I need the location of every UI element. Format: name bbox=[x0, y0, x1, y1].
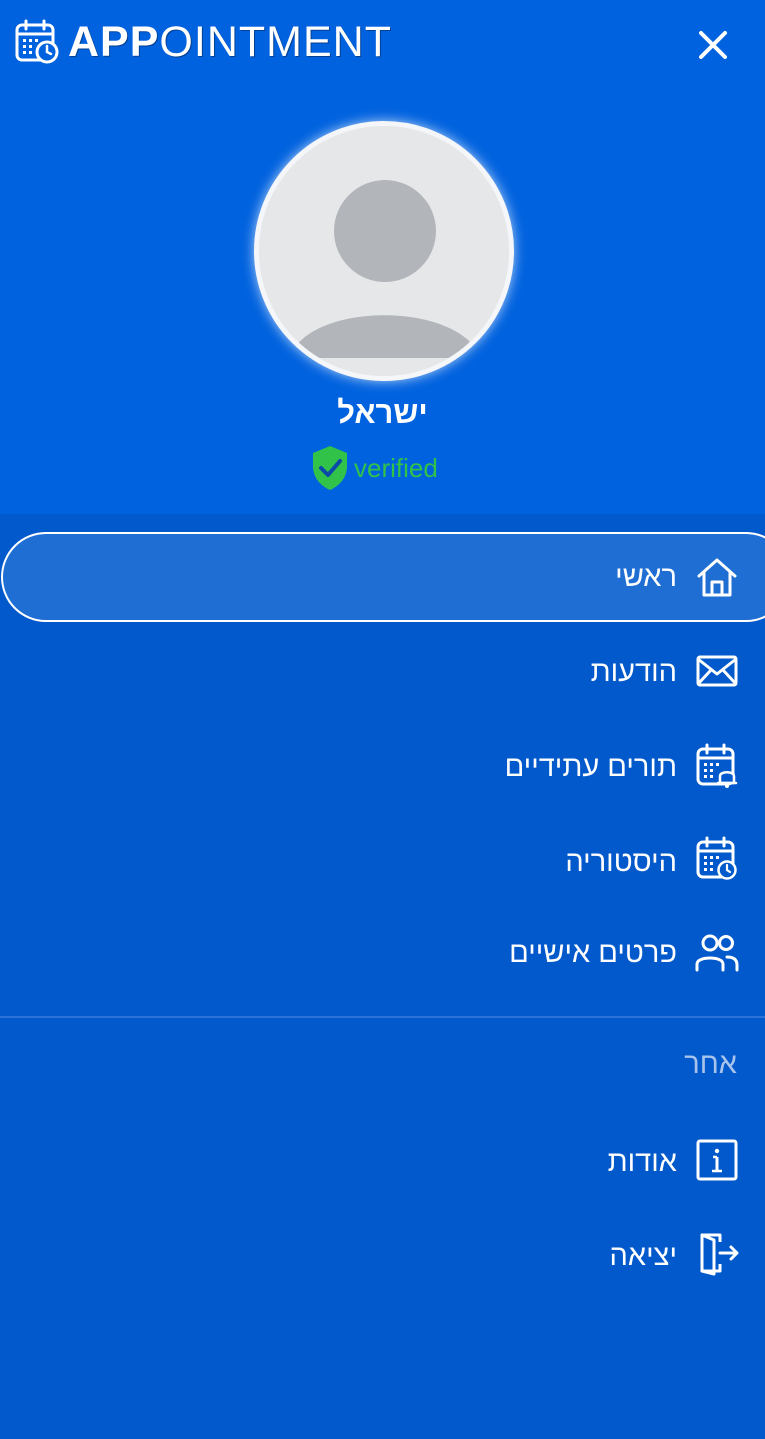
close-icon[interactable] bbox=[690, 22, 736, 68]
menu-item-label: היסטוריה bbox=[565, 846, 677, 878]
menu-item-personal-details[interactable]: פרטים אישיים bbox=[0, 908, 765, 1000]
app-title-light: OINTMENT bbox=[159, 18, 392, 66]
menu-item-label: יציאה bbox=[609, 1240, 677, 1272]
users-icon bbox=[695, 934, 739, 972]
menu-item-label: ראשי bbox=[615, 561, 677, 593]
menu-item-history[interactable]: היסטוריה bbox=[0, 812, 765, 904]
section-label-other: אחר bbox=[684, 1048, 737, 1080]
verified-badge: verified bbox=[310, 444, 438, 492]
avatar[interactable] bbox=[254, 121, 514, 381]
menu-item-future-appointments[interactable]: תורים עתידיים bbox=[0, 720, 765, 812]
menu-item-home[interactable]: ראשי bbox=[0, 532, 765, 624]
avatar-placeholder-icon bbox=[259, 126, 509, 376]
user-name: ישראל bbox=[337, 395, 428, 430]
verified-label: verified bbox=[354, 452, 438, 483]
calendar-bell-icon bbox=[696, 743, 738, 788]
menu-item-label: פרטים אישיים bbox=[509, 937, 677, 969]
menu-item-logout[interactable]: יציאה bbox=[0, 1208, 765, 1300]
calendar-clock-icon bbox=[696, 836, 737, 880]
shield-check-icon bbox=[313, 446, 347, 490]
menu-item-label: תורים עתידיים bbox=[504, 751, 677, 783]
menu-item-messages[interactable]: הודעות bbox=[0, 624, 765, 716]
home-icon bbox=[697, 558, 737, 597]
menu-item-label: אודות bbox=[607, 1146, 677, 1178]
info-icon bbox=[696, 1139, 738, 1181]
menu-item-about[interactable]: אודות bbox=[0, 1114, 765, 1206]
menu-divider bbox=[0, 1016, 765, 1018]
envelope-icon bbox=[696, 655, 738, 687]
app-logo: APPOINTMENT bbox=[14, 18, 392, 66]
app-title: APPOINTMENT bbox=[68, 18, 392, 66]
menu-item-label: הודעות bbox=[590, 656, 677, 688]
app-title-bold: APP bbox=[68, 18, 160, 66]
drawer-header: APPOINTMENT ישראל verified bbox=[0, 0, 765, 514]
calendar-clock-icon bbox=[15, 19, 59, 64]
logout-icon bbox=[700, 1233, 739, 1276]
